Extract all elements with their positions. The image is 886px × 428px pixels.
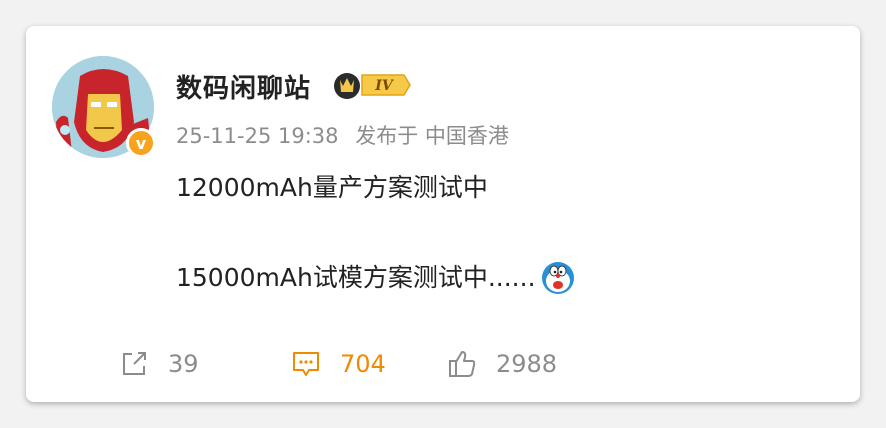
share-icon	[123, 352, 146, 375]
level-badge-text: IV	[374, 78, 395, 94]
comment-button[interactable]: 704	[290, 344, 386, 384]
like-count: 2988	[496, 350, 558, 378]
comment-icon	[293, 352, 319, 376]
user-level-badge[interactable]: IV	[332, 70, 412, 100]
post-line-2: 15000mAh试模方案测试中......	[176, 263, 536, 292]
action-bar: 39 704 2988	[26, 344, 860, 384]
like-button[interactable]: 2988	[446, 344, 557, 384]
doraemon-emoji-icon	[541, 262, 574, 294]
post-line-2-row: 15000mAh试模方案测试中......	[176, 260, 576, 296]
post-source: 发布于 中国香港	[355, 124, 509, 148]
author-name[interactable]: 数码闲聊站	[176, 68, 311, 105]
post-meta: 25-11-25 19:38 发布于 中国香港	[176, 120, 519, 150]
share-button[interactable]: 39	[118, 344, 199, 384]
post-content: 12000mAh量产方案测试中 15000mAh试模方案测试中......	[176, 172, 576, 296]
verified-badge-icon: v	[126, 128, 156, 158]
comment-count: 704	[340, 350, 386, 378]
post-line-1: 12000mAh量产方案测试中	[176, 173, 488, 202]
share-count: 39	[168, 350, 199, 378]
weibo-post-card: v 数码闲聊站 IV 25-11-25 19:38 发布于 中国香港 12000…	[26, 26, 860, 402]
post-timestamp: 25-11-25 19:38	[176, 124, 339, 148]
thumbs-up-icon	[449, 351, 476, 377]
